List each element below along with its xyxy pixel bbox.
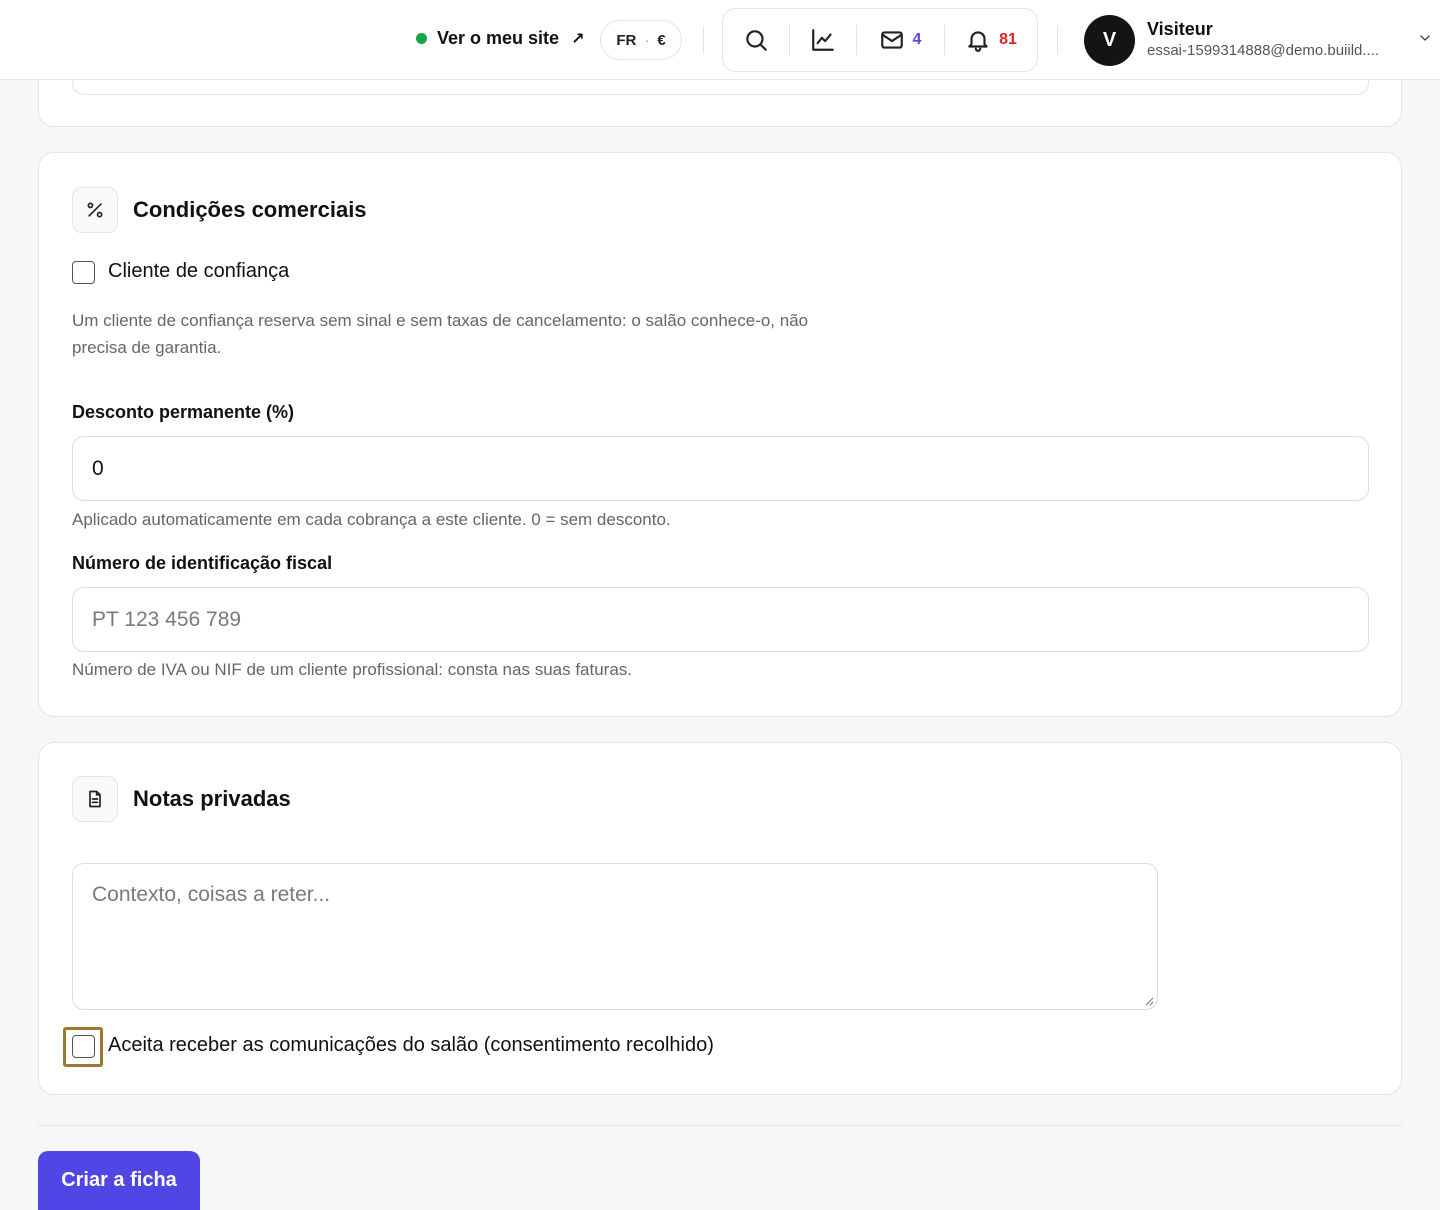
tax-id-label: Número de identificação fiscal: [72, 553, 333, 573]
view-site-label: Ver o meu site: [437, 28, 560, 48]
discount-help: Aplicado automaticamente em cada cobranç…: [72, 510, 671, 529]
divider: [944, 25, 945, 55]
consent-label[interactable]: Aceita receber as comunicações do salão …: [108, 1034, 714, 1057]
notifications-count: 81: [999, 31, 1017, 48]
toolbar-group: 4 81: [722, 8, 1038, 72]
discount-input[interactable]: 0: [72, 436, 1369, 501]
tax-id-placeholder: PT 123 456 789: [92, 607, 242, 631]
divider: [703, 26, 704, 54]
user-name: Visiteur: [1147, 19, 1213, 39]
percent-icon: [72, 187, 118, 233]
locale-currency-switcher[interactable]: FR · €: [600, 20, 682, 60]
document-icon: [72, 776, 118, 822]
search-icon: [746, 30, 767, 51]
locale-separator: ·: [644, 31, 650, 49]
bell-icon: [968, 31, 988, 52]
commercial-conditions-card: Condições comerciais Cliente de confianç…: [38, 152, 1402, 717]
divider: [856, 25, 857, 55]
analytics-button[interactable]: [789, 9, 856, 71]
chart-icon: [811, 29, 834, 51]
resize-handle-icon[interactable]: [1144, 996, 1154, 1006]
search-button[interactable]: [723, 9, 789, 71]
avatar[interactable]: V: [1084, 15, 1135, 66]
external-link-icon: ↗: [571, 30, 585, 48]
divider: [38, 1125, 1402, 1126]
user-email: essai-1599314888@demo.buiild....: [1147, 42, 1380, 59]
messages-count: 4: [912, 31, 922, 48]
trusted-client-help-line1: Um cliente de confiança reserva sem sina…: [72, 311, 809, 330]
notifications-button[interactable]: 81: [944, 9, 1038, 71]
create-record-button[interactable]: Criar a ficha: [38, 1151, 200, 1210]
section-title: Notas privadas: [133, 786, 291, 811]
locale-label: FR: [616, 31, 637, 49]
trusted-client-checkbox[interactable]: [72, 261, 95, 284]
trusted-client-label[interactable]: Cliente de confiança: [108, 260, 289, 283]
private-notes-textarea[interactable]: Contexto, coisas a reter...: [72, 863, 1158, 1010]
mail-icon: [880, 31, 903, 49]
discount-value: 0: [92, 456, 104, 480]
tax-id-input[interactable]: PT 123 456 789: [72, 587, 1369, 652]
chevron-down-icon[interactable]: [1417, 30, 1433, 46]
consent-checkbox[interactable]: [72, 1035, 95, 1058]
status-dot: [416, 33, 427, 44]
section-title: Condições comerciais: [133, 197, 367, 222]
divider: [789, 25, 790, 55]
messages-button[interactable]: 4: [856, 9, 944, 71]
divider: [1057, 26, 1058, 54]
view-site-link[interactable]: Ver o meu site ↗: [416, 28, 584, 49]
notes-placeholder: Contexto, coisas a reter...: [92, 883, 331, 906]
currency-label: €: [657, 31, 666, 49]
private-notes-card: Notas privadas Contexto, coisas a reter.…: [38, 742, 1402, 1095]
discount-label: Desconto permanente (%): [72, 402, 295, 422]
tax-id-help: Número de IVA ou NIF de um cliente profi…: [72, 660, 633, 679]
top-bar: Ver o meu site ↗ FR · € 4 81 V Visiteur …: [0, 0, 1440, 80]
trusted-client-help-line2: precisa de garantia.: [72, 338, 222, 357]
